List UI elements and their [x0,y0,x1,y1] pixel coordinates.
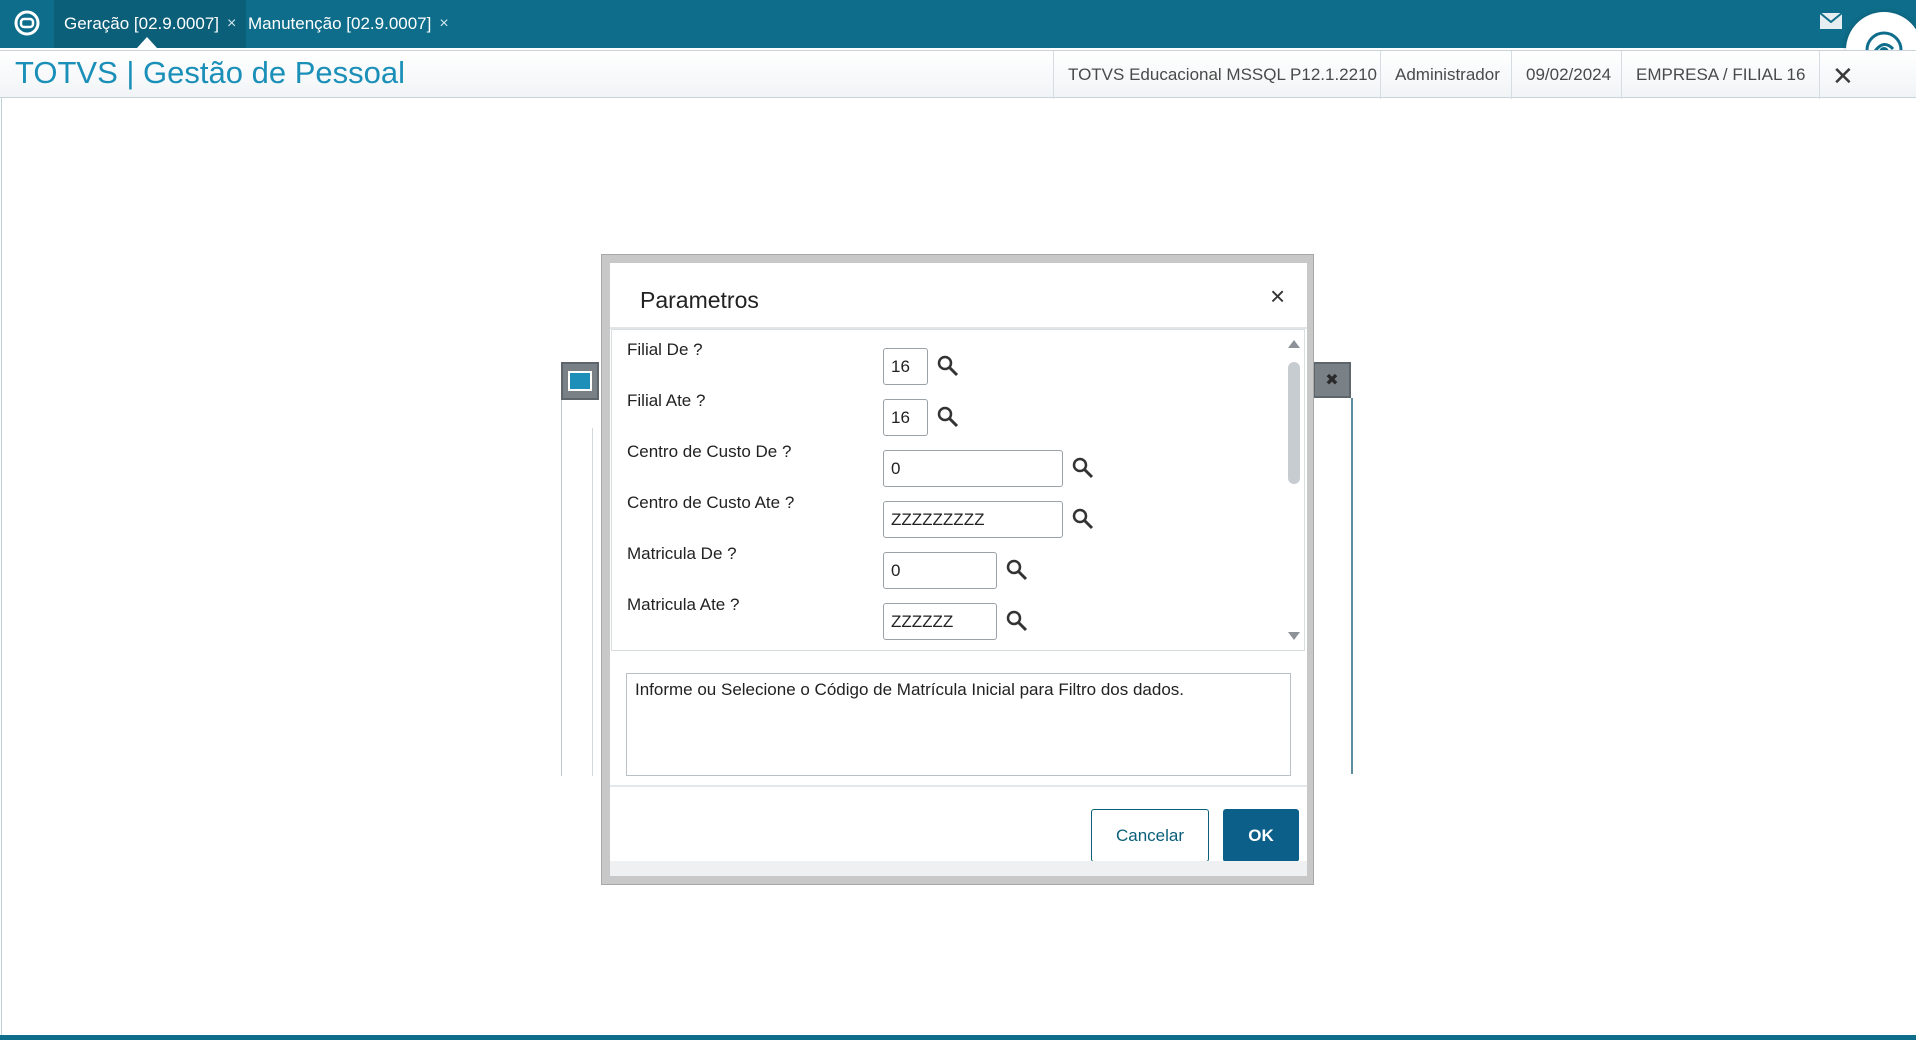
ok-button[interactable]: OK [1223,809,1299,862]
dialog-footer-band [610,861,1307,876]
parameters-list: Filial De ? Filial Ate ? Centro de Custo… [611,329,1305,651]
param-row-filial-de: Filial De ? [612,340,1272,390]
workspace-border [1,98,2,1035]
scrollbar[interactable] [1286,336,1302,646]
param-label: Matricula Ate ? [627,595,740,614]
app-title: TOTVS | Gestão de Pessoal [15,55,405,90]
param-label: Matricula De ? [627,544,737,563]
window-close-icon[interactable]: ✖ [1313,362,1351,398]
tab-label: Manutenção [02.9.0007] [248,14,432,33]
param-label: Centro de Custo Ate ? [627,493,795,512]
centro-custo-ate-input[interactable] [883,501,1063,538]
filial-ate-input[interactable] [883,399,928,436]
dialog-body: Parametros × Filial De ? Filial Ate ? Ce… [610,263,1307,876]
help-text-box: Informe ou Selecione o Código de Matrícu… [626,673,1291,776]
tab-manutencao[interactable]: Manutenção [02.9.0007] × [238,0,459,48]
background-window-border [1351,398,1353,774]
scroll-up-arrow-icon[interactable] [1288,340,1300,348]
tab-label: Geração [02.9.0007] [64,14,220,33]
param-row-filial-ate: Filial Ate ? [612,391,1272,441]
tab-close-icon[interactable]: × [439,15,448,33]
param-row-matricula-ate: Matricula Ate ? [612,595,1272,645]
param-row-matricula-de: Matricula De ? [612,544,1272,594]
background-window-border [592,428,593,776]
filial-de-input[interactable] [883,348,928,385]
totvs-logo-icon[interactable] [12,8,42,38]
close-icon[interactable]: ✕ [1832,61,1854,92]
param-row-centro-custo-de: Centro de Custo De ? [612,442,1272,492]
param-row-centro-custo-ate: Centro de Custo Ate ? [612,493,1272,543]
environment-info: TOTVS Educacional MSSQL P12.1.2210 [1053,51,1391,99]
dialog-title: Parametros [640,287,759,313]
mail-icon[interactable] [1819,12,1843,30]
param-label: Centro de Custo De ? [627,442,792,461]
active-tab-indicator [137,37,157,48]
search-icon[interactable] [1005,609,1029,633]
cancel-button[interactable]: Cancelar [1091,809,1209,862]
search-icon[interactable] [936,405,960,429]
centro-custo-de-input[interactable] [883,450,1063,487]
search-icon[interactable] [1071,507,1095,531]
scroll-down-arrow-icon[interactable] [1288,632,1300,640]
bottom-bar [0,1035,1916,1040]
scrollbar-thumb[interactable] [1288,362,1300,484]
window-icon [561,362,599,400]
search-icon[interactable] [1071,456,1095,480]
close-icon[interactable]: × [1270,281,1285,312]
search-icon[interactable] [936,354,960,378]
matricula-ate-input[interactable] [883,603,997,640]
divider [610,785,1307,787]
param-label: Filial De ? [627,340,703,359]
search-icon[interactable] [1005,558,1029,582]
tab-close-icon[interactable]: × [227,15,236,33]
matricula-de-input[interactable] [883,552,997,589]
date-info: 09/02/2024 [1511,51,1625,99]
top-tab-bar: Geração [02.9.0007] × Manutenção [02.9.0… [0,0,1916,48]
company-info: EMPRESA / FILIAL 16 [1621,51,1821,99]
app-header: TOTVS | Gestão de Pessoal TOTVS Educacio… [0,50,1916,99]
param-label: Filial Ate ? [627,391,706,410]
background-window-border [561,400,562,776]
user-info: Administrador [1380,51,1514,99]
parametros-dialog: Parametros × Filial De ? Filial Ate ? Ce… [601,254,1314,885]
